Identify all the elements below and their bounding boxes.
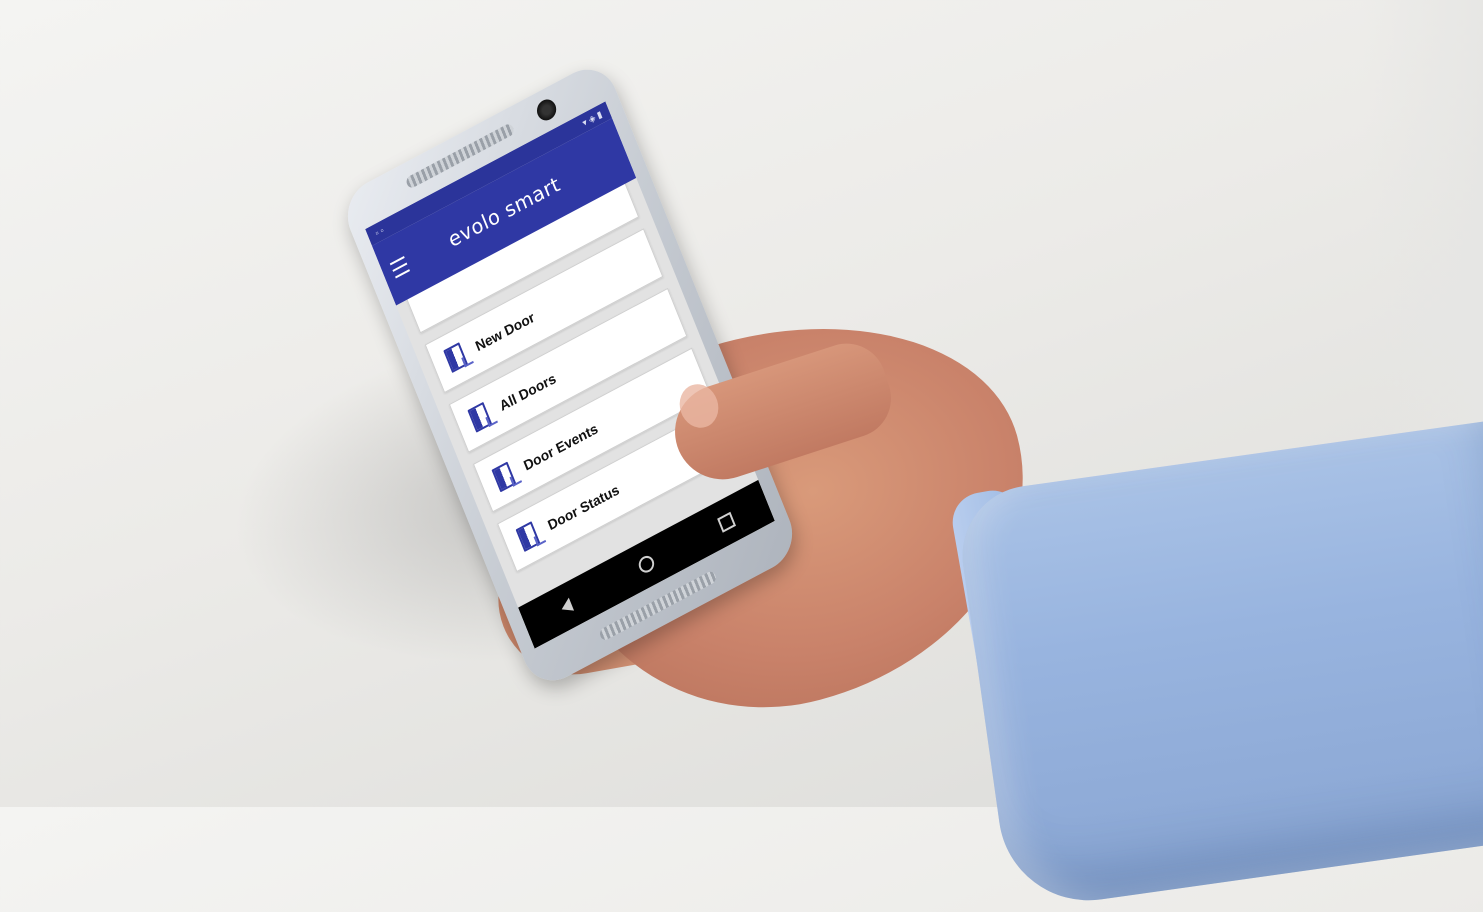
- recent-apps-icon[interactable]: [713, 506, 741, 537]
- photo-scene: ▫ ▫ ▾ ◈ ▮ evolo smart New Door All Doors: [0, 0, 1483, 912]
- shirt-sleeve: [953, 418, 1483, 912]
- menu-item-label: All Doors: [497, 369, 559, 414]
- notification-icons: ▫ ▫: [373, 224, 386, 239]
- door-events-icon: [491, 461, 517, 493]
- door-status-icon: [515, 521, 541, 553]
- new-door-icon: [443, 342, 469, 374]
- menu-item-label: Door Events: [521, 419, 601, 474]
- back-icon[interactable]: [553, 591, 581, 622]
- menu-item-label: New Door: [473, 308, 537, 355]
- menu-item-label: Door Status: [545, 481, 622, 534]
- hamburger-menu-icon[interactable]: [389, 256, 410, 279]
- home-icon[interactable]: [633, 549, 661, 580]
- all-doors-icon: [467, 401, 493, 433]
